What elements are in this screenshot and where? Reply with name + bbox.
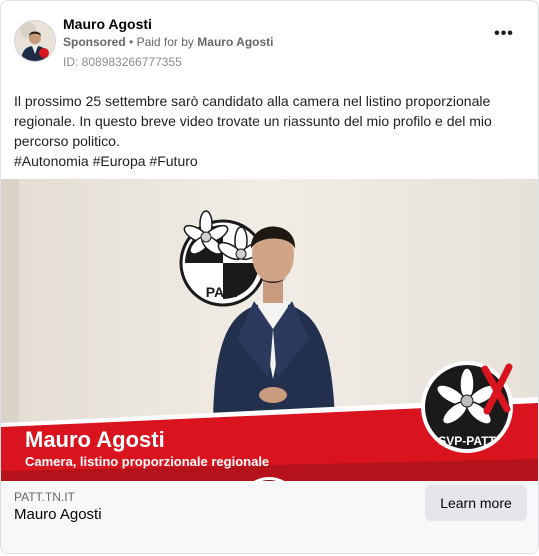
ad-card: Mauro Agosti Sponsored • Paid for by Mau… [0,0,539,554]
post-body: Il prossimo 25 settembre sarò candidato … [14,93,492,149]
link-domain: PATT.TN.IT [14,490,75,504]
paid-for-name[interactable]: Mauro Agosti [197,35,273,49]
learn-more-button[interactable]: Learn more [425,485,527,521]
svp-patt-label: SVP-PATT [438,434,496,448]
more-options-icon[interactable]: ••• [492,26,516,46]
sponsored-label: Sponsored [63,35,126,49]
link-footer[interactable]: PATT.TN.IT Mauro Agosti Learn more [1,481,538,553]
sponsored-line: Sponsored • Paid for by Mauro Agosti [63,35,274,49]
link-title: Mauro Agosti [14,506,102,523]
paid-for-prefix: Paid for by [136,35,194,49]
patt-wall-logo-label: PATT [206,284,241,300]
page-avatar[interactable] [14,20,56,62]
ad-header: Mauro Agosti Sponsored • Paid for by Mau… [14,14,528,69]
separator-dot: • [129,35,134,49]
banner-subtitle: Camera, listino proporzionale regionale [25,454,270,469]
ad-id: ID: 808983266777355 [63,55,182,69]
post-hashtags[interactable]: #Autonomia #Europa #Futuro [14,151,519,171]
page-name[interactable]: Mauro Agosti [63,16,152,32]
svp-patt-corner-logo: SVP-PATT [421,361,513,453]
banner-name: Mauro Agosti [25,427,165,452]
post-text: Il prossimo 25 settembre sarò candidato … [14,91,519,171]
